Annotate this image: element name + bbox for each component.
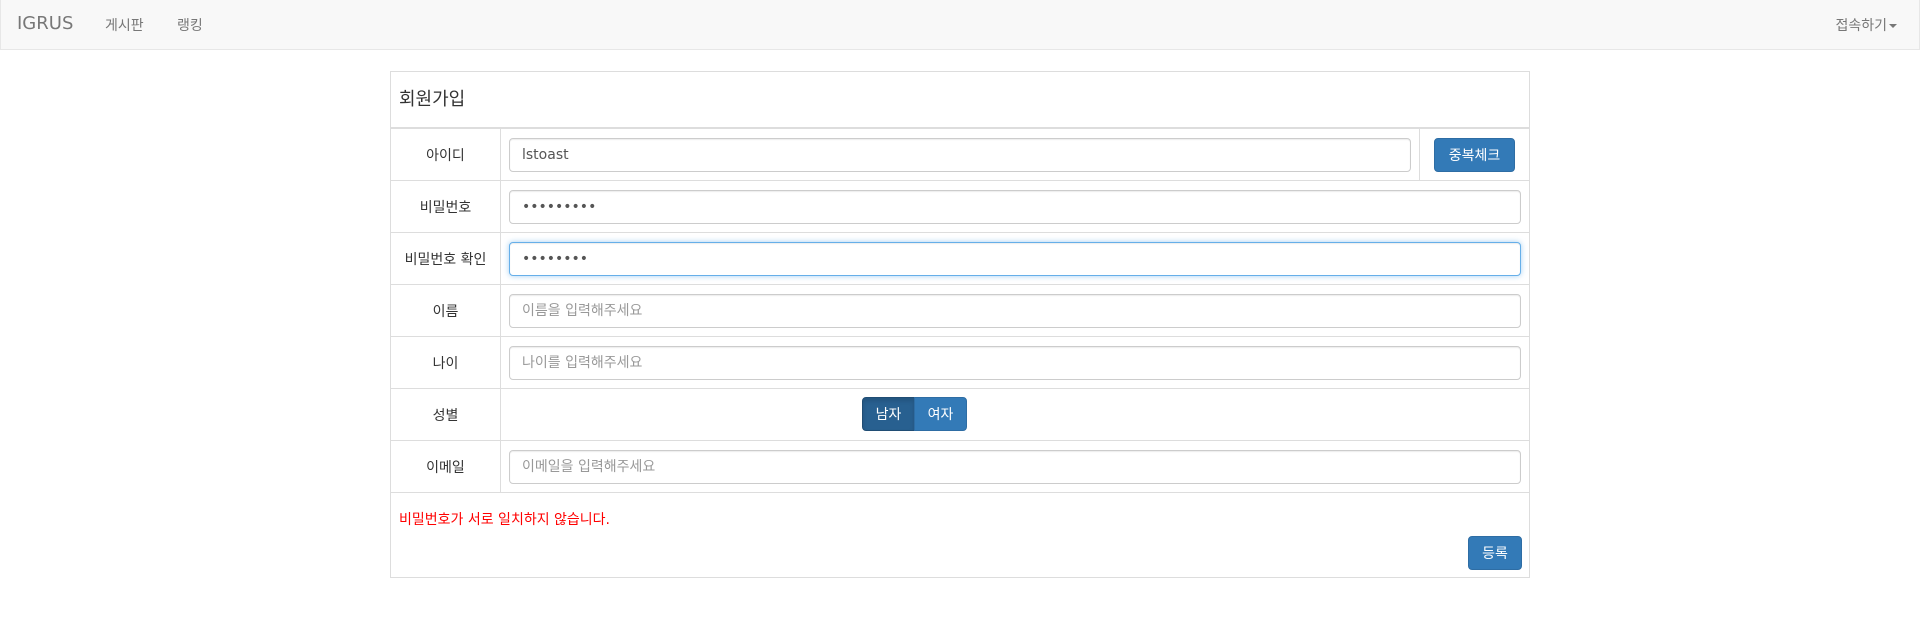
duplicate-check-button[interactable]: 중복체크 — [1434, 138, 1515, 172]
row-id: 아이디 중복체크 — [391, 129, 1529, 181]
connect-dropdown-label: 접속하기 — [1835, 18, 1887, 34]
brand-link[interactable]: IGRUS — [17, 13, 73, 34]
row-age: 나이 — [391, 337, 1529, 389]
submit-button[interactable]: 등록 — [1468, 536, 1522, 570]
caret-down-icon — [1889, 24, 1897, 28]
connect-dropdown[interactable]: 접속하기 — [1835, 15, 1897, 35]
password-confirm-label: 비밀번호 확인 — [391, 233, 501, 284]
id-check-cell: 중복체크 — [1419, 129, 1529, 180]
row-password: 비밀번호 — [391, 181, 1529, 233]
email-input[interactable] — [509, 450, 1521, 484]
row-password-confirm: 비밀번호 확인 — [391, 233, 1529, 285]
error-message: 비밀번호가 서로 일치하지 않습니다. — [399, 512, 610, 528]
gender-label: 성별 — [391, 389, 501, 440]
age-input[interactable] — [509, 346, 1521, 380]
password-input[interactable] — [509, 190, 1521, 224]
gender-toggle-group: 남자 여자 — [862, 397, 968, 431]
name-label: 이름 — [391, 285, 501, 336]
nav-board-link[interactable]: 게시판 — [105, 15, 144, 35]
age-label: 나이 — [391, 337, 501, 388]
nav-ranking-link[interactable]: 랭킹 — [177, 15, 203, 35]
signup-panel: 회원가입 아이디 중복체크 비밀번호 비밀번호 확인 이름 나이 성별 남자 여… — [390, 71, 1530, 578]
row-gender: 성별 남자 여자 — [391, 389, 1529, 441]
panel-title: 회원가입 — [399, 89, 466, 110]
id-label: 아이디 — [391, 129, 501, 180]
id-input[interactable] — [509, 138, 1411, 172]
gender-male-button[interactable]: 남자 — [862, 397, 915, 431]
email-label: 이메일 — [391, 441, 501, 492]
password-confirm-input[interactable] — [509, 242, 1521, 276]
row-email: 이메일 — [391, 441, 1529, 493]
password-label: 비밀번호 — [391, 181, 501, 232]
gender-female-button[interactable]: 여자 — [914, 397, 967, 431]
row-name: 이름 — [391, 285, 1529, 337]
name-input[interactable] — [509, 294, 1521, 328]
top-navbar: IGRUS 게시판 랭킹 접속하기 — [0, 0, 1920, 50]
